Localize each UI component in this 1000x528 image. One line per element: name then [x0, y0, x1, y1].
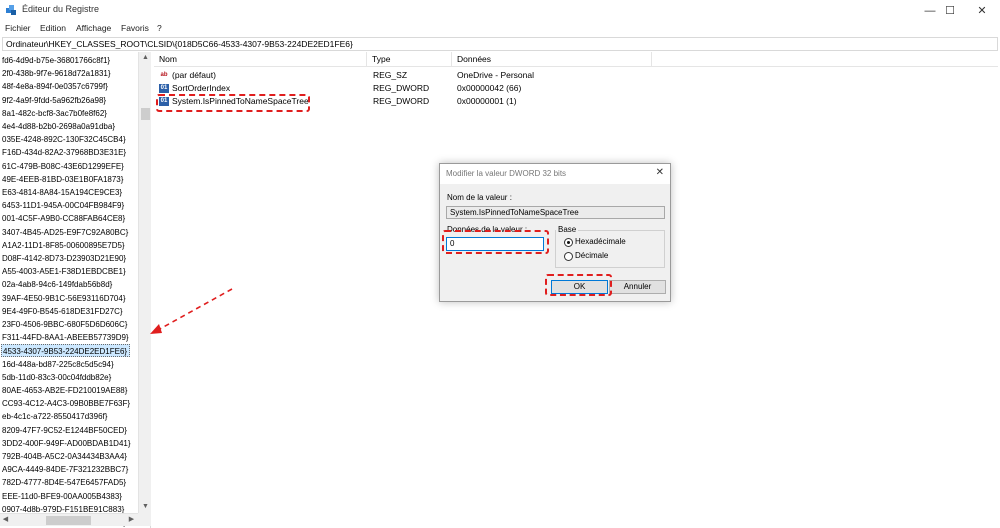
tree-item[interactable]: E63-4814-8A84-15A194CE9CE3}: [2, 186, 122, 199]
tree-item[interactable]: 48f-4e8a-894f-0e0357c6799f}: [2, 80, 108, 93]
tree-item[interactable]: 3407-4B45-AD25-E9F7C92A80BC}: [2, 226, 128, 239]
tree-item[interactable]: 49E-4EEB-81BD-03E1B0FA1873}: [2, 173, 123, 186]
scroll-down-icon[interactable]: ▼: [141, 502, 150, 511]
value-type: REG_SZ: [373, 70, 408, 80]
tree-item[interactable]: F16D-434d-82A2-37968BD3E31E}: [2, 146, 126, 159]
dialog-title-bar: Modifier la valeur DWORD 32 bits ✕: [440, 164, 670, 184]
scroll-left-icon[interactable]: ◀: [1, 515, 10, 524]
tree-item-selected[interactable]: 4533-4307-9B53-224DE2ED1FE6}: [1, 344, 131, 358]
highlight-ok-button: [545, 274, 612, 296]
menu-edition[interactable]: Edition: [40, 23, 66, 33]
menu-favoris[interactable]: Favoris: [121, 23, 149, 33]
column-header-name[interactable]: Nom: [154, 52, 367, 67]
tree-item[interactable]: A9CA-4449-84DE-7F321232BBC7}: [2, 463, 128, 476]
address-bar[interactable]: Ordinateur\HKEY_CLASSES_ROOT\CLSID\{018D…: [2, 37, 998, 51]
tree-horizontal-scroll-thumb[interactable]: [46, 516, 91, 525]
window-title: Éditeur du Registre: [22, 4, 100, 14]
column-header-data[interactable]: Données: [452, 52, 652, 67]
menu-help[interactable]: ?: [157, 23, 162, 33]
menu-bar: Fichier Edition Affichage Favoris ?: [0, 22, 1000, 36]
value-name-field: System.IsPinnedToNameSpaceTree: [446, 206, 665, 219]
tree-item[interactable]: 782D-4777-8D4E-547E6457FAD5}: [2, 476, 126, 489]
radio-decimal-label[interactable]: Décimale: [575, 251, 608, 260]
maximize-button[interactable]: ☐: [932, 0, 968, 22]
address-path: Ordinateur\HKEY_CLASSES_ROOT\CLSID\{018D…: [6, 39, 353, 49]
dword-value-icon: 01: [159, 84, 169, 93]
tree-item[interactable]: 23F0-4506-9BBC-680F5D6D606C}: [2, 318, 127, 331]
radio-hexadecimal-label[interactable]: Hexadécimale: [575, 237, 626, 246]
tree-item[interactable]: 4e4-4d88-b2b0-2698a0a91dba}: [2, 120, 115, 133]
radio-decimal[interactable]: [564, 252, 573, 261]
list-header: Nom Type Données: [154, 52, 998, 67]
menu-fichier[interactable]: Fichier: [5, 23, 31, 33]
tree-item[interactable]: 61C-479B-B08C-43E6D1299EFE}: [2, 160, 124, 173]
tree-item[interactable]: 9f2-4a9f-9fdd-5a962fb26a98}: [2, 94, 106, 107]
scrollbar-corner: [138, 513, 151, 526]
close-button[interactable]: ✕: [964, 0, 1000, 22]
list-row[interactable]: ab (par défaut) REG_SZ OneDrive - Person…: [154, 69, 998, 82]
key-tree[interactable]: fd6-4d9d-b75e-36801766c8f1} 2f0-438b-9f7e…: [0, 52, 151, 528]
tree-item[interactable]: 2f0-438b-9f7e-9618d72a1831}: [2, 67, 111, 80]
scroll-right-icon[interactable]: ▶: [127, 515, 136, 524]
tree-item[interactable]: A1A2-11D1-8F85-00600895E7D5}: [2, 239, 125, 252]
tree-item[interactable]: 6453-11D1-945A-00C04FB984F9}: [2, 199, 124, 212]
tree-item[interactable]: D08F-4142-8D73-D23903D21E90}: [2, 252, 126, 265]
tree-item[interactable]: CC93-4C12-A4C3-09B0BBE7F63F}: [2, 397, 130, 410]
tree-item[interactable]: 035E-4248-892C-130F32C45CB4}: [2, 133, 126, 146]
highlight-data-input: [442, 230, 549, 254]
tree-item[interactable]: 8a1-482c-bcf8-3ac7b0fe8f62}: [2, 107, 107, 120]
tree-item[interactable]: 792B-404B-A5C2-0A34434B3AA4}: [2, 450, 127, 463]
tree-item[interactable]: 80AE-4653-AB2E-FD210019AE88}: [2, 384, 127, 397]
tree-item[interactable]: fd6-4d9d-b75e-36801766c8f1}: [2, 54, 110, 67]
tree-item[interactable]: 02a-4ab8-94c6-149fdab56b8d}: [2, 278, 112, 291]
title-bar: Éditeur du Registre — ☐ ✕: [0, 0, 1000, 22]
tree-item[interactable]: 001-4C5F-A9B0-CC88FAB64CE8}: [2, 212, 125, 225]
tree-vertical-scrollbar[interactable]: ▲ ▼: [138, 52, 151, 513]
dialog-close-icon[interactable]: ✕: [656, 167, 664, 178]
scroll-up-icon[interactable]: ▲: [141, 53, 150, 62]
string-value-icon: ab: [160, 72, 168, 78]
tree-item[interactable]: eb-4c1c-a722-8550417d396f}: [2, 410, 107, 423]
tree-item[interactable]: 8209-47F7-9C52-E1244BF50CED}: [2, 424, 127, 437]
base-label: Base: [556, 225, 579, 234]
base-groupbox: [555, 230, 665, 268]
tree-item[interactable]: 9E4-49F0-B545-618DE31FD27C}: [2, 305, 123, 318]
tree-item[interactable]: 39AF-4E50-9B1C-56E93116D704}: [2, 292, 126, 305]
tree-item[interactable]: 16d-448a-bd87-225c8c5d5c94}: [2, 358, 114, 371]
highlight-value-name: [156, 94, 310, 112]
value-type: REG_DWORD: [373, 83, 430, 93]
registry-editor-icon: [6, 5, 16, 15]
menu-affichage[interactable]: Affichage: [76, 23, 111, 33]
tree-item[interactable]: 3DD2-400F-949F-AD00BDAB1D41}: [2, 437, 131, 450]
tree-horizontal-scrollbar[interactable]: ◀ ▶: [0, 513, 138, 526]
value-type: REG_DWORD: [373, 96, 430, 106]
value-name-label: Nom de la valeur :: [447, 193, 512, 202]
value-data: OneDrive - Personal: [457, 70, 535, 80]
dialog-title: Modifier la valeur DWORD 32 bits: [446, 169, 567, 178]
tree-item[interactable]: EEE-11d0-BFE9-00AA005B4383}: [2, 490, 122, 503]
tree-item[interactable]: A55-4003-A5E1-F38D1EBDCBE1}: [2, 265, 126, 278]
tree-item[interactable]: F311-44FD-8AA1-ABEEB57739D9}: [2, 331, 129, 344]
value-data: 0x00000042 (66): [457, 83, 522, 93]
tree-item[interactable]: 5db-11d0-83c3-00c04fddb82e}: [2, 371, 111, 384]
column-header-type[interactable]: Type: [367, 52, 452, 67]
tree-vertical-scroll-thumb[interactable]: [141, 108, 150, 120]
cancel-button[interactable]: Annuler: [609, 280, 666, 294]
value-data: 0x00000001 (1): [457, 96, 517, 106]
value-name: (par défaut): [172, 70, 216, 80]
radio-hexadecimal[interactable]: [564, 238, 573, 247]
